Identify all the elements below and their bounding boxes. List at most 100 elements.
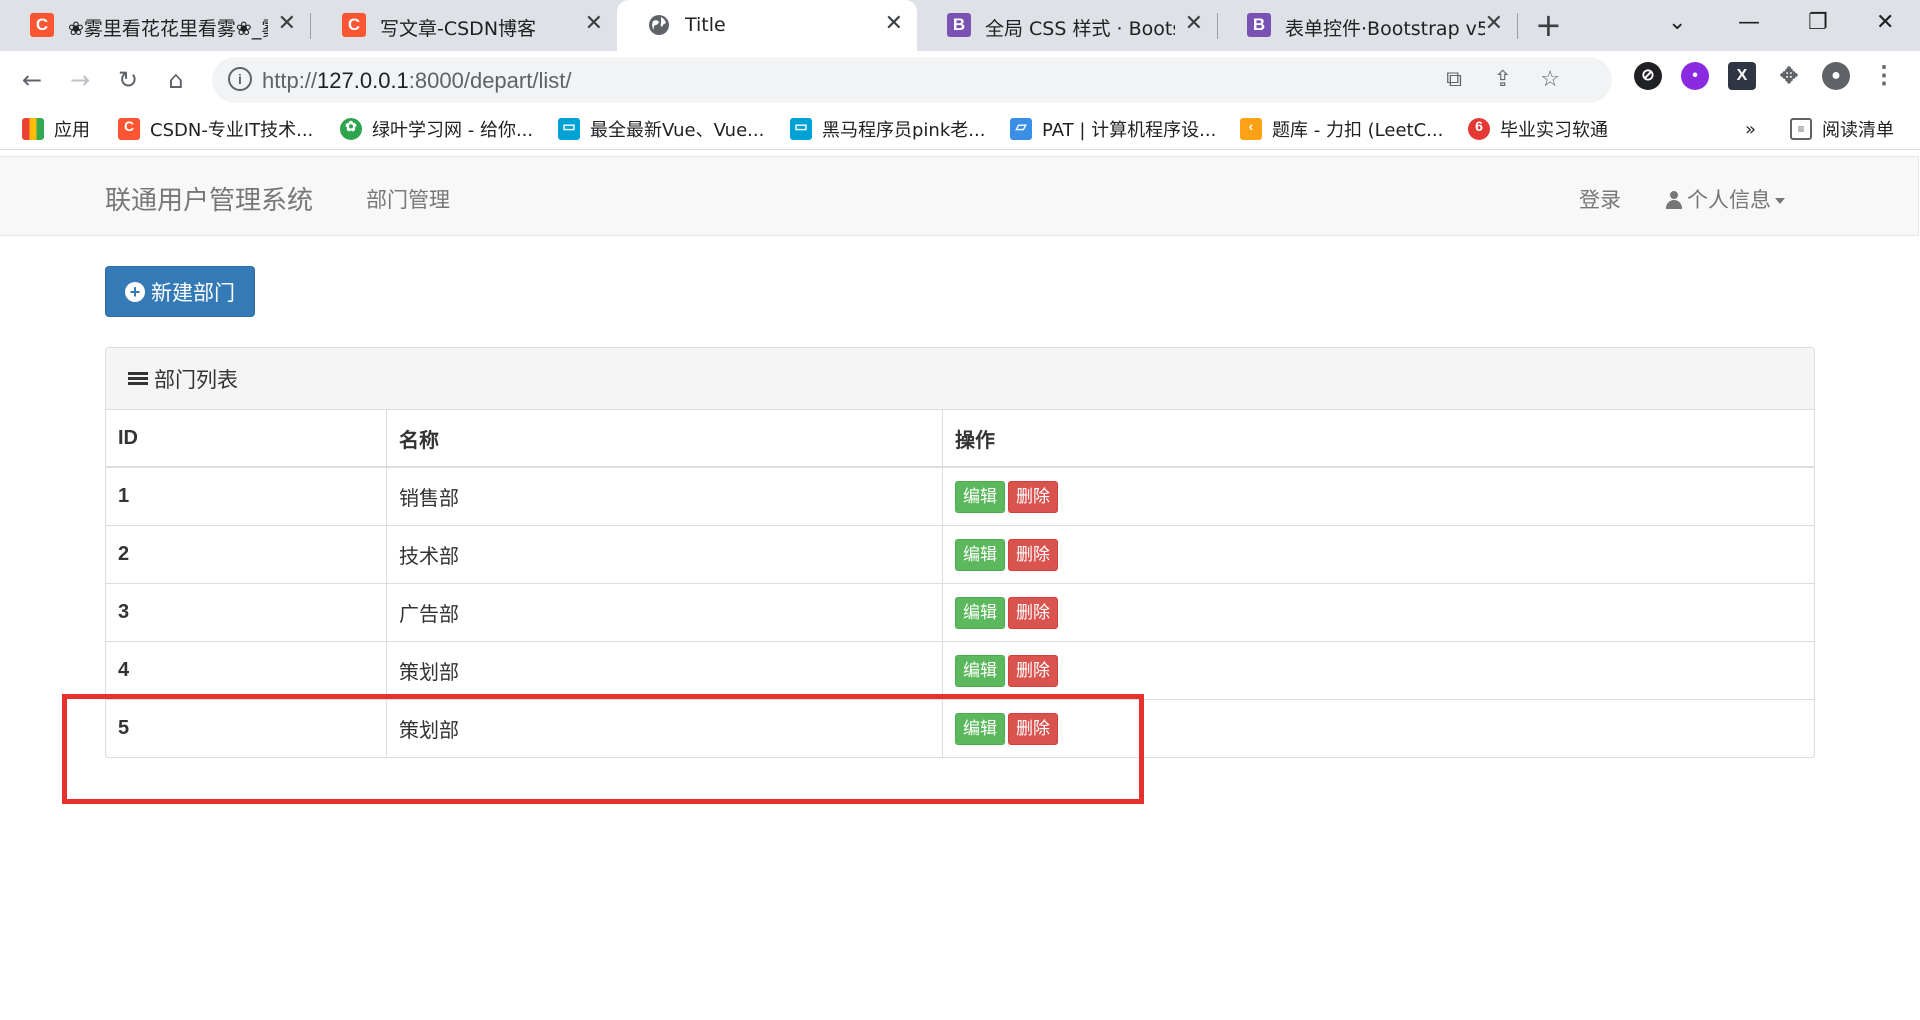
- close-tab-icon[interactable]: ✕: [278, 12, 296, 36]
- new-department-label: 新建部门: [151, 280, 235, 305]
- bookmark-lvye[interactable]: ✿ 绿叶学习网 - 给你...: [340, 116, 533, 142]
- tab-title: 表单控件·Bootstrap v5.1: [1285, 18, 1485, 40]
- csdn-icon: C: [342, 13, 366, 37]
- extension-link-icon[interactable]: ⊘: [1634, 62, 1662, 90]
- table-row: 3 广告部 编辑 删除: [106, 583, 1814, 642]
- site-info-icon[interactable]: i: [228, 67, 252, 91]
- nav-dept-link[interactable]: 部门管理: [366, 184, 450, 214]
- bookmark-label: CSDN-专业IT技术...: [150, 120, 314, 141]
- panel-heading: 部门列表: [106, 348, 1814, 410]
- edit-button[interactable]: 编辑: [955, 596, 1005, 629]
- restore-icon[interactable]: ❐: [1808, 8, 1828, 38]
- caret-down-icon: [1775, 198, 1785, 204]
- address-bar[interactable]: i http://127.0.0.1:8000/depart/list/ ⧉ ⇪…: [212, 57, 1612, 103]
- reading-list[interactable]: ≡ 阅读清单: [1790, 116, 1894, 142]
- browser-toolbar: ← → ↻ ⌂ i http://127.0.0.1:8000/depart/l…: [0, 51, 1920, 109]
- column-header-id: ID: [106, 410, 387, 468]
- cell-id: 3: [106, 583, 387, 642]
- bookmark-label: 题库 - 力扣 (LeetC...: [1272, 120, 1444, 141]
- tab-title: Title: [685, 14, 726, 36]
- minimize-icon[interactable]: —: [1738, 8, 1760, 38]
- close-tab-icon[interactable]: ✕: [1485, 12, 1503, 36]
- cell-id: 1: [106, 466, 387, 526]
- reading-list-icon: ≡: [1790, 118, 1812, 140]
- menu-kebab-icon[interactable]: ⋮: [1870, 62, 1898, 90]
- cell-actions: 编辑 删除: [942, 641, 1814, 700]
- bookmark-label: 最全最新Vue、Vue...: [590, 120, 765, 141]
- bookmark-leetcode[interactable]: ‹ 题库 - 力扣 (LeetC...: [1240, 116, 1443, 142]
- bookmark-csdn[interactable]: C CSDN-专业IT技术...: [118, 116, 313, 142]
- translate-icon[interactable]: ⧉: [1446, 67, 1462, 92]
- apps-grid-icon: [22, 118, 44, 140]
- url-text[interactable]: http://127.0.0.1:8000/depart/list/: [262, 68, 571, 94]
- csdn-icon: C: [118, 118, 140, 140]
- table-row: 2 技术部 编辑 删除: [106, 525, 1814, 584]
- bookmark-pat[interactable]: ▱ PAT | 计算机程序设...: [1010, 116, 1216, 142]
- reload-icon[interactable]: ↻: [110, 62, 146, 98]
- tab-strip: C ❀雾里看花花里看雾❀_雾 ✕ C 写文章-CSDN博客 ✕ Title ✕ …: [0, 0, 1920, 51]
- tab-bootstrap-forms[interactable]: B 表单控件·Bootstrap v5.1 ✕: [1217, 0, 1518, 51]
- list-icon: [128, 371, 148, 387]
- extension-x-icon[interactable]: X: [1728, 62, 1756, 90]
- overflow-chevron-icon: »: [1745, 118, 1757, 140]
- new-department-button[interactable]: + 新建部门: [105, 266, 255, 317]
- nav-login-link[interactable]: 登录: [1579, 184, 1621, 214]
- nav-profile-dropdown[interactable]: 个人信息: [1665, 184, 1785, 214]
- bootstrap-icon: B: [947, 13, 971, 37]
- delete-button[interactable]: 删除: [1008, 596, 1058, 629]
- delete-button[interactable]: 删除: [1008, 480, 1058, 513]
- annotation-highlight-box: [62, 694, 1144, 804]
- bookmark-label: 黑马程序员pink老...: [822, 120, 986, 141]
- back-icon[interactable]: ←: [14, 62, 50, 98]
- extension-purple-icon[interactable]: •: [1681, 62, 1709, 90]
- bookmark-label: 毕业实习软通: [1500, 120, 1608, 141]
- close-tab-icon[interactable]: ✕: [1185, 12, 1203, 36]
- bookmarks-bar: 应用 C CSDN-专业IT技术... ✿ 绿叶学习网 - 给你... ▭ 最全…: [0, 109, 1920, 150]
- tab-csdn-blog[interactable]: C ❀雾里看花花里看雾❀_雾 ✕: [0, 0, 311, 51]
- bilibili-icon: ▭: [558, 118, 580, 140]
- cell-name: 策划部: [386, 641, 943, 700]
- edit-button[interactable]: 编辑: [955, 538, 1005, 571]
- share-icon[interactable]: ⇪: [1494, 67, 1512, 92]
- home-icon[interactable]: ⌂: [158, 62, 194, 98]
- leetcode-icon: ‹: [1240, 118, 1262, 140]
- tab-csdn-write[interactable]: C 写文章-CSDN博客 ✕: [312, 0, 617, 51]
- bookmarks-overflow[interactable]: »: [1745, 116, 1756, 142]
- brand-title[interactable]: 联通用户管理系统: [105, 180, 313, 217]
- bookmark-apps[interactable]: 应用: [22, 116, 90, 142]
- softstone-icon: 6: [1468, 118, 1490, 140]
- close-window-icon[interactable]: ✕: [1876, 8, 1894, 38]
- cell-actions: 编辑 删除: [942, 583, 1814, 642]
- table-row: 4 策划部 编辑 删除: [106, 641, 1814, 700]
- csdn-icon: C: [30, 13, 54, 37]
- edit-button[interactable]: 编辑: [955, 654, 1005, 687]
- bookmark-star-icon[interactable]: ☆: [1540, 67, 1560, 92]
- close-tab-icon[interactable]: ✕: [585, 12, 603, 36]
- user-icon: [1665, 191, 1683, 209]
- tab-title: 写文章-CSDN博客: [380, 18, 537, 40]
- forward-icon[interactable]: →: [62, 62, 98, 98]
- extensions-puzzle-icon[interactable]: ✥: [1775, 62, 1803, 90]
- close-tab-icon[interactable]: ✕: [885, 12, 903, 36]
- bookmark-vue[interactable]: ▭ 最全最新Vue、Vue...: [558, 116, 764, 142]
- column-header-name: 名称: [386, 410, 943, 468]
- delete-button[interactable]: 删除: [1008, 654, 1058, 687]
- bootstrap-icon: B: [1247, 13, 1271, 37]
- reading-list-label: 阅读清单: [1822, 120, 1894, 141]
- tab-search-chevron-icon[interactable]: ⌄: [1668, 8, 1686, 38]
- cell-id: 2: [106, 525, 387, 584]
- globe-icon: [649, 15, 669, 35]
- bookmark-heima[interactable]: ▭ 黑马程序员pink老...: [790, 116, 985, 142]
- tab-bootstrap-css[interactable]: B 全局 CSS 样式 · Bootstrap ✕: [917, 0, 1218, 51]
- tab-separator: [1517, 13, 1518, 39]
- delete-button[interactable]: 删除: [1008, 538, 1058, 571]
- panel-title: 部门列表: [154, 367, 238, 392]
- profile-avatar-icon[interactable]: ●: [1822, 62, 1850, 90]
- pat-icon: ▱: [1010, 118, 1032, 140]
- cell-actions: 编辑 删除: [942, 466, 1814, 526]
- table-row: 1 销售部 编辑 删除: [106, 466, 1814, 526]
- tab-title-active[interactable]: Title ✕: [617, 0, 917, 51]
- new-tab-icon[interactable]: +: [1535, 8, 1562, 42]
- edit-button[interactable]: 编辑: [955, 480, 1005, 513]
- bookmark-internship[interactable]: 6 毕业实习软通: [1468, 116, 1608, 142]
